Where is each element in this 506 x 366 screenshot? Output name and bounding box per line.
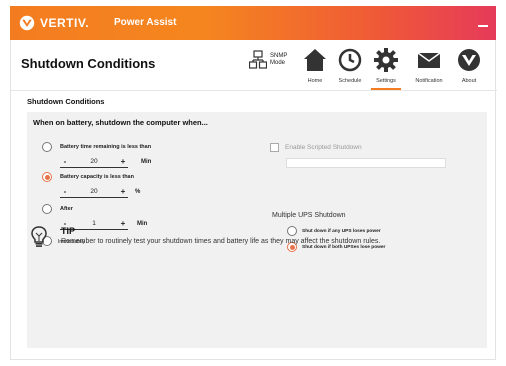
- nav-label-schedule: Schedule: [338, 78, 362, 84]
- nav-item-about[interactable]: About: [453, 44, 485, 88]
- snmp-mode-button[interactable]: SNMP Mode: [249, 50, 287, 70]
- app-name: Power Assist: [114, 17, 177, 28]
- battery-capacity-plus-button[interactable]: +: [118, 187, 128, 196]
- vertiv-logo-icon: [458, 49, 480, 71]
- battery-time-label: Battery time remaining is less than: [60, 144, 152, 150]
- after-plus-button[interactable]: +: [118, 219, 128, 228]
- battery-capacity-stepper: - 20 +: [60, 186, 128, 198]
- header-divider: [11, 90, 497, 91]
- nav-item-home[interactable]: Home: [297, 44, 333, 88]
- envelope-icon: [417, 52, 441, 68]
- title-bar: VERTIV. Power Assist: [10, 6, 496, 40]
- ups-both-label: Shut down if both UPSes lose power: [302, 245, 386, 250]
- battery-capacity-value[interactable]: 20: [70, 188, 118, 195]
- nav-item-settings[interactable]: Settings: [367, 44, 405, 90]
- nav-item-notification[interactable]: Notification: [405, 44, 453, 88]
- after-unit: Min: [137, 221, 148, 227]
- ups-any-label: Shut down if any UPS loses power: [302, 229, 381, 234]
- battery-time-radio[interactable]: [42, 142, 52, 152]
- battery-time-minus-button[interactable]: -: [60, 157, 70, 166]
- snmp-mode-label: SNMP Mode: [270, 53, 288, 66]
- shutdown-panel: When on battery, shutdown the computer w…: [27, 112, 487, 348]
- after-value[interactable]: 1: [70, 220, 118, 227]
- tip-title: TIP: [61, 226, 76, 236]
- scripted-shutdown-checkbox[interactable]: [270, 143, 279, 152]
- battery-capacity-label: Battery capacity is less than: [60, 174, 134, 180]
- clock-icon: [338, 48, 362, 72]
- nav-item-schedule[interactable]: Schedule: [333, 44, 367, 88]
- tip-text: Remember to routinely test your shutdown…: [61, 238, 381, 245]
- battery-time-value[interactable]: 20: [70, 158, 118, 165]
- battery-capacity-minus-button[interactable]: -: [60, 187, 70, 196]
- scripted-shutdown-label: Enable Scripted Shutdown: [285, 144, 362, 151]
- brand-name: VERTIV.: [40, 16, 90, 30]
- home-icon: [304, 49, 326, 71]
- panel-heading: When on battery, shutdown the computer w…: [33, 118, 208, 127]
- multiple-ups-title: Multiple UPS Shutdown: [272, 212, 346, 219]
- nav-label-settings: Settings: [376, 78, 396, 84]
- vertiv-logo-icon: [19, 15, 35, 31]
- battery-time-unit: Min: [141, 159, 152, 165]
- ups-any-radio[interactable]: [287, 226, 297, 236]
- lightbulb-icon: [31, 226, 47, 247]
- nav-bar: Home Schedule Settings Notification Abou…: [297, 44, 485, 90]
- section-title: Shutdown Conditions: [27, 97, 105, 106]
- script-path-input[interactable]: [286, 158, 446, 168]
- main-window: Shutdown Conditions SNMP Mode Home Sched…: [10, 40, 497, 360]
- page-title: Shutdown Conditions: [21, 56, 156, 71]
- battery-capacity-unit: %: [135, 189, 141, 195]
- network-icon: [249, 50, 267, 69]
- gear-icon: [374, 48, 398, 72]
- nav-label-notification: Notification: [415, 78, 443, 84]
- battery-time-stepper: - 20 +: [60, 156, 128, 168]
- minimize-button[interactable]: [478, 25, 488, 27]
- battery-capacity-radio[interactable]: [42, 172, 52, 182]
- after-label: After: [60, 206, 73, 212]
- after-radio[interactable]: [42, 204, 52, 214]
- nav-label-home: Home: [307, 78, 323, 84]
- nav-label-about: About: [461, 78, 477, 84]
- battery-time-plus-button[interactable]: +: [118, 157, 128, 166]
